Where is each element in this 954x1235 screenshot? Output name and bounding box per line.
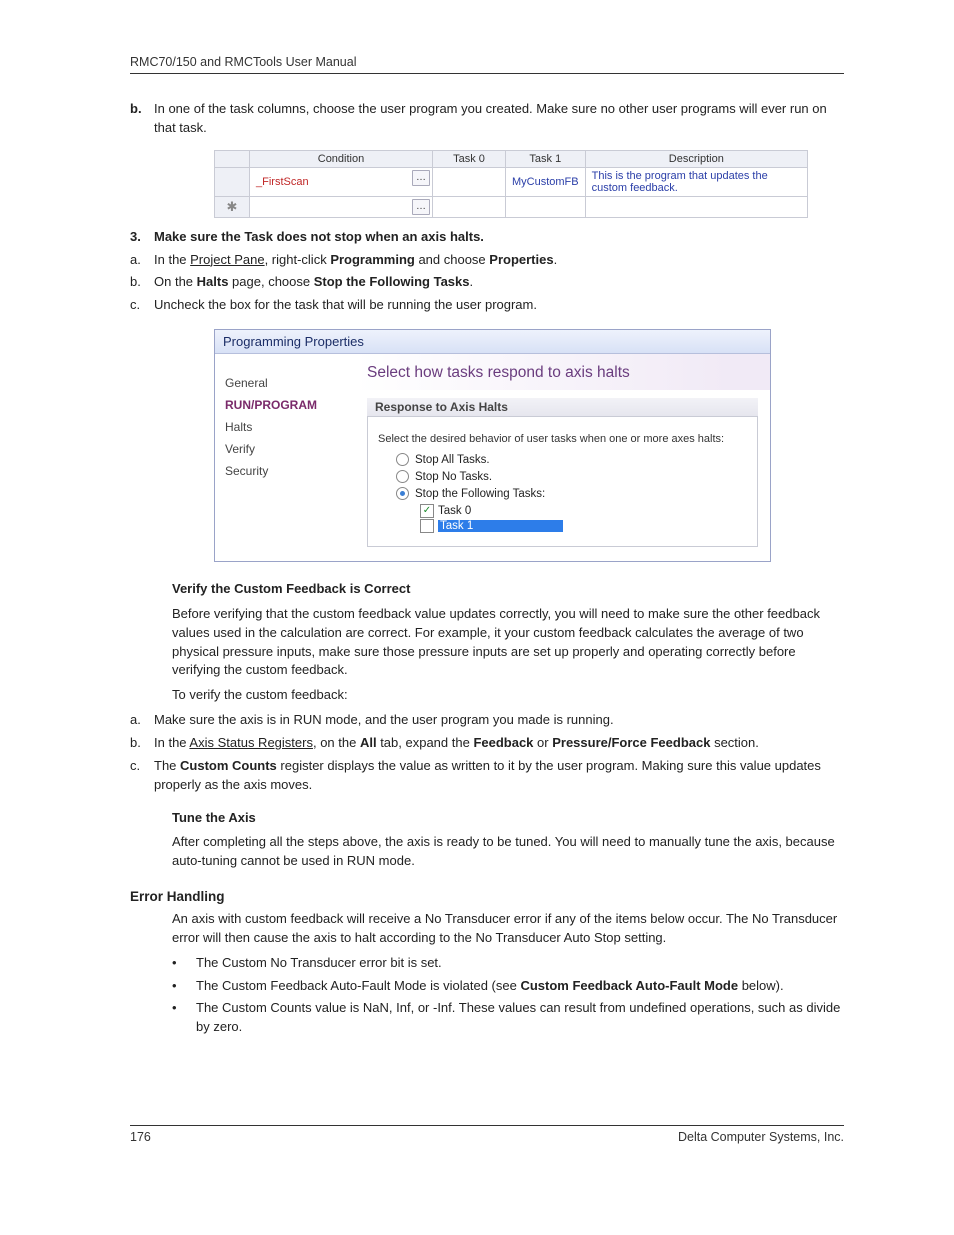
body-text: The Custom Counts register displays the … <box>154 757 844 795</box>
body-text: The Custom Counts value is NaN, Inf, or … <box>196 999 844 1037</box>
checkbox-icon <box>420 519 434 533</box>
nav-item-general[interactable]: General <box>225 376 345 390</box>
body-text: Before verifying that the custom feedbac… <box>172 605 844 680</box>
radio-stop-following[interactable]: Stop the Following Tasks: <box>396 487 747 500</box>
task-table: Condition Task 0 Task 1 Description _Fir… <box>214 150 808 218</box>
ellipsis-button[interactable]: … <box>412 170 430 186</box>
programming-properties-dialog: Programming Properties General RUN/PROGR… <box>214 329 771 562</box>
radio-icon <box>396 487 409 500</box>
body-text: Uncheck the box for the task that will b… <box>154 296 844 315</box>
nav-item-security[interactable]: Security <box>225 464 345 478</box>
task0-cell[interactable] <box>433 196 506 217</box>
footer-rule <box>130 1125 844 1126</box>
list-marker: c. <box>130 296 154 315</box>
check-task1[interactable]: Task 1 <box>420 519 747 533</box>
nav-item-verify[interactable]: Verify <box>225 442 345 456</box>
verify-heading: Verify the Custom Feedback is Correct <box>172 581 410 596</box>
table-header: Task 0 <box>433 150 506 167</box>
footer-company: Delta Computer Systems, Inc. <box>678 1130 844 1144</box>
nav-item-runprogram[interactable]: RUN/PROGRAM <box>225 398 345 412</box>
body-text: An axis with custom feedback will receiv… <box>172 910 844 948</box>
condition-cell[interactable]: … <box>250 196 433 217</box>
body-text: In the Project Pane, right-click Program… <box>154 251 844 270</box>
body-text: The Custom No Transducer error bit is se… <box>196 954 844 973</box>
check-label: Task 1 <box>438 520 563 532</box>
dialog-title: Programming Properties <box>215 330 770 354</box>
body-text: The Custom Feedback Auto-Fault Mode is v… <box>196 977 844 996</box>
response-groupbox: Response to Axis Halts Select the desire… <box>367 398 758 547</box>
radio-label: Stop the Following Tasks: <box>415 488 545 500</box>
body-text: In the Axis Status Registers, on the All… <box>154 734 844 753</box>
table-header: Task 1 <box>506 150 586 167</box>
dialog-nav: General RUN/PROGRAM Halts Verify Securit… <box>215 354 355 561</box>
radio-icon <box>396 470 409 483</box>
checkbox-icon <box>420 504 434 518</box>
tune-heading: Tune the Axis <box>172 810 256 825</box>
ellipsis-button[interactable]: … <box>412 199 430 215</box>
page-number: 176 <box>130 1130 151 1144</box>
table-header: Condition <box>250 150 433 167</box>
radio-label: Stop All Tasks. <box>415 454 490 466</box>
error-handling-heading: Error Handling <box>130 889 844 904</box>
row-handle <box>215 167 250 196</box>
bullet-icon: • <box>172 954 196 973</box>
body-text: Make sure the Task does not stop when an… <box>154 228 844 247</box>
description-cell[interactable] <box>585 196 807 217</box>
task0-cell[interactable] <box>433 167 506 196</box>
project-pane-link[interactable]: Project Pane <box>190 252 264 267</box>
check-label: Task 0 <box>438 505 471 517</box>
list-marker: a. <box>130 711 154 730</box>
dialog-section-title: Select how tasks respond to axis halts <box>355 354 770 390</box>
list-marker: a. <box>130 251 154 270</box>
axis-status-link[interactable]: Axis Status Registers <box>189 735 313 750</box>
table-header: Description <box>585 150 807 167</box>
body-text: Make sure the axis is in RUN mode, and t… <box>154 711 844 730</box>
check-task0[interactable]: Task 0 <box>420 504 747 518</box>
radio-stop-none[interactable]: Stop No Tasks. <box>396 470 747 483</box>
radio-stop-all[interactable]: Stop All Tasks. <box>396 453 747 466</box>
radio-icon <box>396 453 409 466</box>
list-marker: 3. <box>130 228 154 247</box>
body-text: In one of the task columns, choose the u… <box>154 100 844 138</box>
list-marker: c. <box>130 757 154 795</box>
table-header <box>215 150 250 167</box>
bullet-icon: • <box>172 999 196 1037</box>
condition-value: _FirstScan <box>256 176 309 188</box>
condition-cell[interactable]: _FirstScan … <box>250 167 433 196</box>
list-marker: b. <box>130 100 154 138</box>
task1-cell[interactable]: MyCustomFB <box>506 167 586 196</box>
table-row[interactable]: ✱ … <box>215 196 808 217</box>
body-text: After completing all the steps above, th… <box>172 833 844 871</box>
groupbox-intro: Select the desired behavior of user task… <box>378 433 747 445</box>
body-text: To verify the custom feedback: <box>172 686 844 705</box>
task1-cell[interactable] <box>506 196 586 217</box>
body-text: On the Halts page, choose Stop the Follo… <box>154 273 844 292</box>
groupbox-legend: Response to Axis Halts <box>367 398 758 417</box>
radio-label: Stop No Tasks. <box>415 471 492 483</box>
page-header: RMC70/150 and RMCTools User Manual <box>130 55 844 69</box>
new-row-icon: ✱ <box>215 196 250 217</box>
description-cell[interactable]: This is the program that updates the cus… <box>585 167 807 196</box>
bullet-icon: • <box>172 977 196 996</box>
list-marker: b. <box>130 273 154 292</box>
nav-item-halts[interactable]: Halts <box>225 420 345 434</box>
header-rule <box>130 73 844 74</box>
table-row[interactable]: _FirstScan … MyCustomFB This is the prog… <box>215 167 808 196</box>
list-marker: b. <box>130 734 154 753</box>
